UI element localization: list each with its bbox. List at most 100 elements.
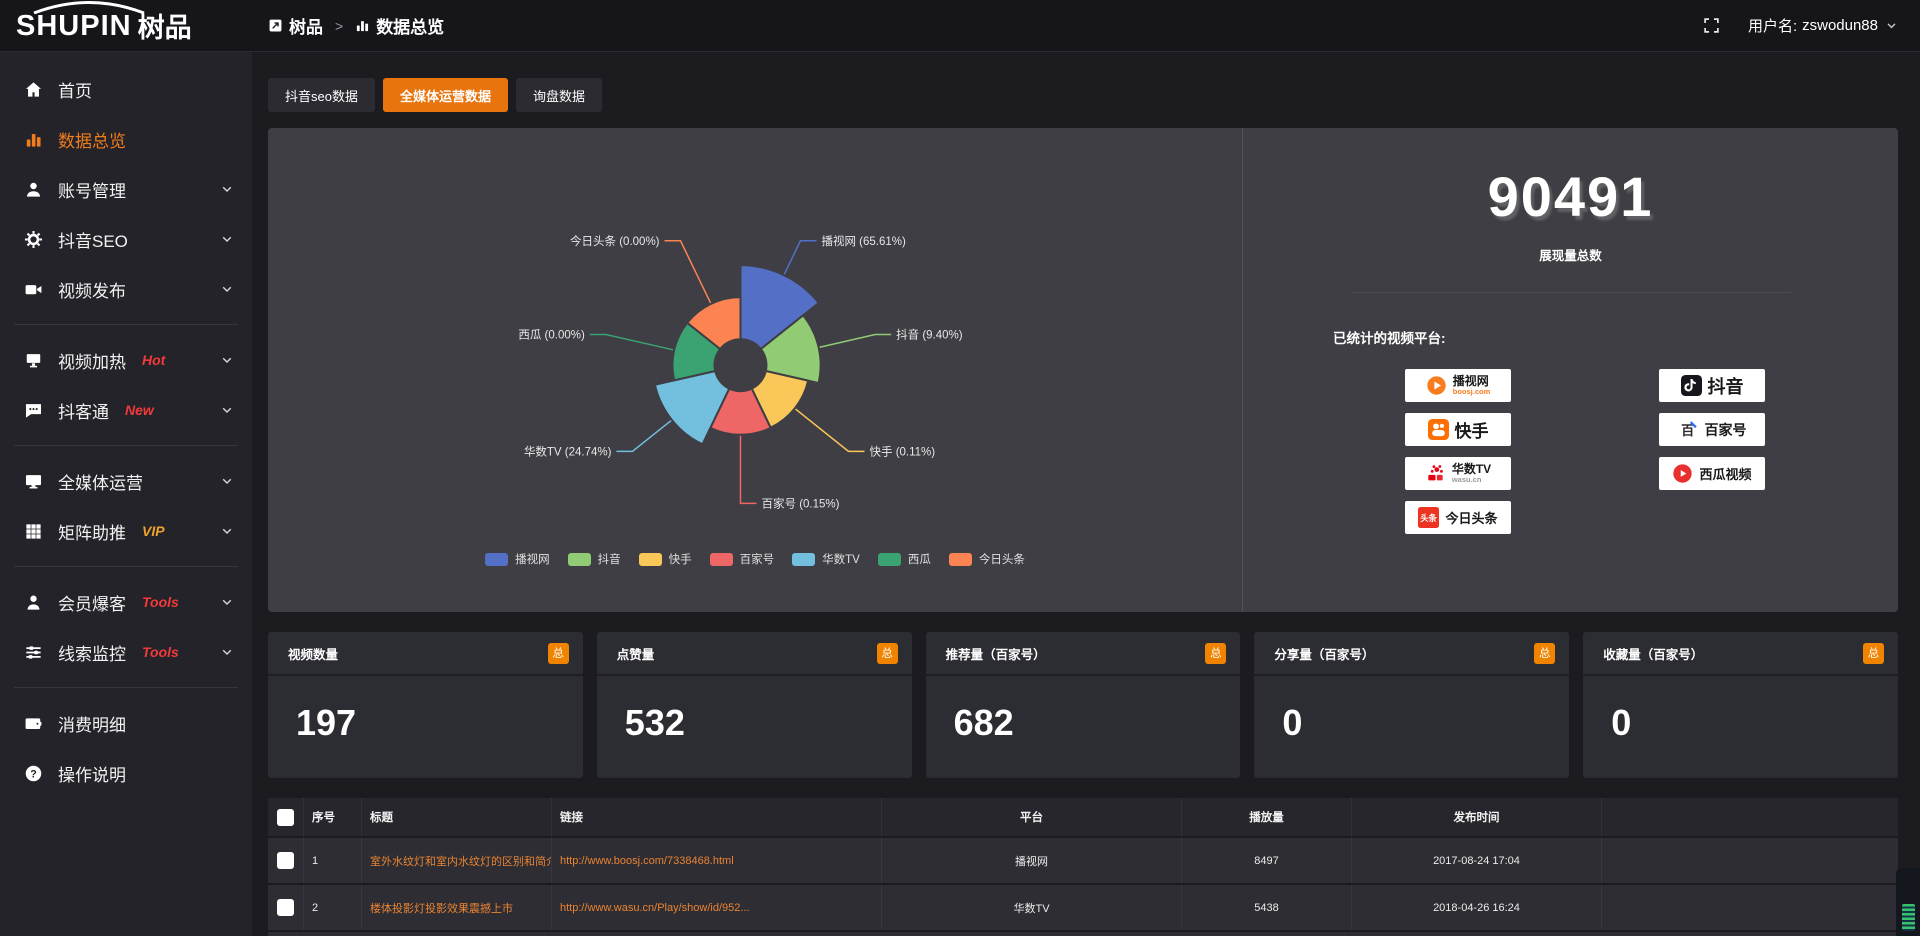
sidebar-item-douketong[interactable]: 抖客通New [0, 385, 252, 435]
floating-widget[interactable] [1896, 868, 1920, 936]
sidebar-item-label: 数据总览 [58, 127, 126, 152]
legend-item-xigua[interactable]: 西瓜 [878, 551, 931, 567]
sidebar-item-douyin-seo[interactable]: 抖音SEO [0, 214, 252, 264]
sidebar-item-label: 全媒体运营 [58, 469, 143, 494]
app-square-icon [268, 18, 283, 33]
platform-name: 播视网 [1453, 375, 1491, 388]
stat-card-value: 682 [926, 676, 1241, 744]
legend-swatch [568, 553, 591, 566]
row-checkbox[interactable] [277, 899, 294, 916]
chevron-down-icon [220, 595, 234, 609]
stat-card-share-count: 分享量（百家号）总0 [1254, 632, 1569, 778]
legend-item-toutiao[interactable]: 今日头条 [949, 551, 1025, 567]
platform-logo-boosj: 播视网boosj.com [1405, 369, 1511, 402]
sidebar-item-video-publish[interactable]: 视频发布 [0, 264, 252, 314]
chat-icon [24, 401, 43, 420]
legend-swatch [949, 553, 972, 566]
platform-name: 华数TV [1452, 463, 1491, 476]
kuaishou-logo-icon [1428, 419, 1449, 440]
pie-label-line-boosj [784, 241, 816, 274]
summary-section: 90491 展现量总数 已统计的视频平台: 播视网boosj.com快手华数TV… [1242, 128, 1898, 612]
platform-logo-baijiahao: 百百家号 [1659, 413, 1765, 446]
sidebar-item-consumption-detail[interactable]: 消费明细 [0, 698, 252, 748]
breadcrumb-root[interactable]: 树品 [268, 13, 323, 38]
help-icon: ? [24, 764, 43, 783]
row-checkbox-cell [268, 838, 304, 883]
chevron-down-icon [220, 282, 234, 296]
sidebar-item-label: 线索监控 [58, 640, 126, 665]
video-url-link[interactable]: http://www.boosj.com/7338468.html [552, 838, 882, 883]
sidebar: 首页数据总览账号管理抖音SEO 视频发布视频加热Hot抖客通New 全媒体运营矩阵助… [0, 52, 252, 936]
total-badge: 总 [548, 643, 569, 664]
pie-slice-wasu[interactable] [655, 371, 729, 444]
breadcrumb-current-label: 数据总览 [376, 13, 444, 38]
breadcrumb-current[interactable]: 数据总览 [355, 13, 444, 38]
row-checkbox-cell [268, 885, 304, 930]
sidebar-item-matrix-boost[interactable]: 矩阵助推VIP [0, 506, 252, 556]
platform-logo-wasu: 华数TVwasu.cn [1405, 457, 1511, 490]
sidebar-item-home[interactable]: 首页 [0, 64, 252, 114]
video-title-link[interactable]: 室外水纹灯和室内水纹灯的区别和简介 [362, 838, 552, 883]
video-url-link[interactable]: http://www.wasu.cn/Play/show/id/952... [552, 885, 882, 930]
toutiao-logo-icon: 头条 [1418, 507, 1439, 528]
logo-arc [30, 1, 148, 14]
total-badge: 总 [1534, 643, 1555, 664]
tab-media-operation-data[interactable]: 全媒体运营数据 [383, 78, 508, 112]
legend-item-boosj[interactable]: 播视网 [485, 551, 550, 567]
legend-item-baijiahao[interactable]: 百家号 [710, 551, 775, 567]
sidebar-item-account-management[interactable]: 账号管理 [0, 164, 252, 214]
sidebar-item-label: 视频发布 [58, 277, 126, 302]
video-title-link[interactable]: 楼体投影灯投影效果震撼上市 [362, 885, 552, 930]
legend-swatch [878, 553, 901, 566]
sidebar-item-media-operation[interactable]: 全媒体运营 [0, 456, 252, 506]
total-badge: 总 [1863, 643, 1884, 664]
app-logo: SHUPIN 树品 [0, 0, 252, 52]
legend-item-douyin[interactable]: 抖音 [568, 551, 621, 567]
chevron-down-icon [220, 403, 234, 417]
sidebar-item-label: 会员爆客 [58, 590, 126, 615]
platform-domain: wasu.cn [1452, 476, 1491, 484]
svg-text:?: ? [30, 768, 37, 780]
legend-item-wasu[interactable]: 华数TV [792, 551, 860, 567]
platform-logo-column: 播视网boosj.com快手华数TVwasu.cn头条今日头条 [1405, 369, 1511, 534]
xigua-logo-icon [1672, 463, 1693, 484]
pie-label-line-kuaishou [796, 409, 865, 451]
legend-item-kuaishou[interactable]: 快手 [639, 551, 692, 567]
select-all-checkbox[interactable] [277, 809, 294, 826]
tab-douyin-seo-data[interactable]: 抖音seo数据 [268, 78, 375, 112]
monitor-icon [24, 472, 43, 491]
screen-icon [24, 351, 43, 370]
pie-label-line-xigua [590, 335, 673, 350]
pie-label-toutiao: 今日头条 (0.00%) [570, 234, 660, 248]
topbar-right: 用户名: zswodun88 [1703, 15, 1920, 36]
platform-logo-kuaishou: 快手 [1405, 413, 1511, 446]
platform-distribution-chart: 播视网 (65.61%)抖音 (9.40%)快手 (0.11%)百家号 (0.1… [268, 128, 1242, 612]
sidebar-badge-tools: Tools [142, 594, 179, 610]
sidebar-item-label: 首页 [58, 77, 92, 102]
platform-name: 西瓜视频 [1699, 464, 1751, 483]
user-menu[interactable]: 用户名: zswodun88 [1748, 15, 1898, 36]
row-index: 2 [304, 885, 362, 930]
legend-label: 抖音 [598, 551, 621, 567]
chevron-down-icon [220, 182, 234, 196]
pie-label-kuaishou: 快手 (0.11%) [870, 444, 936, 458]
rose-pie-chart: 播视网 (65.61%)抖音 (9.40%)快手 (0.11%)百家号 (0.1… [268, 132, 1242, 542]
stat-card-header: 点赞量总 [597, 632, 912, 676]
table-row-partial [268, 932, 1898, 936]
fullscreen-icon[interactable] [1703, 17, 1720, 34]
sidebar-item-clue-monitor[interactable]: 线索监控Tools [0, 627, 252, 677]
legend-swatch [792, 553, 815, 566]
total-impressions-label: 展现量总数 [1243, 245, 1898, 264]
row-checkbox[interactable] [277, 852, 294, 869]
header-title: 标题 [362, 798, 552, 836]
platform-logo-xigua: 西瓜视频 [1659, 457, 1765, 490]
sidebar-item-label: 账号管理 [58, 177, 126, 202]
tab-inquiry-data[interactable]: 询盘数据 [516, 78, 602, 112]
sidebar-item-video-heat[interactable]: 视频加热Hot [0, 335, 252, 385]
stat-card-video-count: 视频数量总197 [268, 632, 583, 778]
sidebar-item-operation-guide[interactable]: ?操作说明 [0, 748, 252, 798]
breadcrumb-separator: > [335, 18, 343, 34]
sidebar-item-member-baoke[interactable]: 会员爆客 Tools [0, 577, 252, 627]
pie-label-baijiahao: 百家号 (0.15%) [762, 496, 840, 510]
sidebar-item-data-overview[interactable]: 数据总览 [0, 114, 252, 164]
